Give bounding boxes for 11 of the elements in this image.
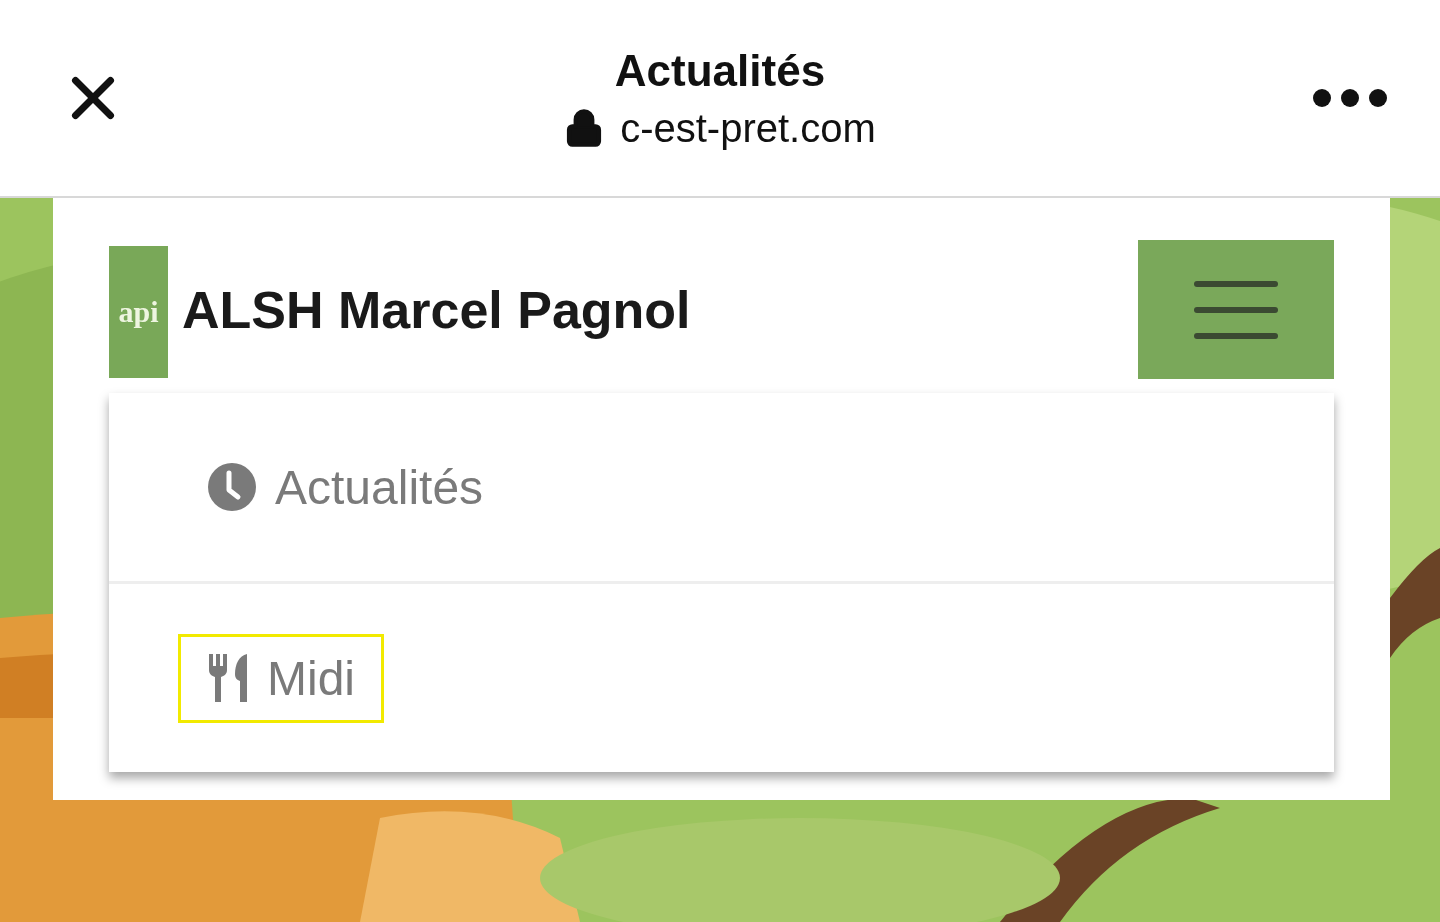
site-logo: api xyxy=(109,245,168,378)
more-icon xyxy=(1312,88,1388,108)
menu-button[interactable] xyxy=(1138,240,1334,379)
menu-link[interactable]: Midi xyxy=(181,636,381,720)
menu-link[interactable]: Actualités xyxy=(181,445,510,529)
site-title: ALSH Marcel Pagnol xyxy=(182,279,691,340)
url-text: c-est-pret.com xyxy=(620,105,876,151)
more-button[interactable] xyxy=(1312,88,1388,108)
page-title: Actualités xyxy=(614,45,826,96)
clock-icon xyxy=(207,462,257,512)
cutlery-icon xyxy=(207,654,249,702)
